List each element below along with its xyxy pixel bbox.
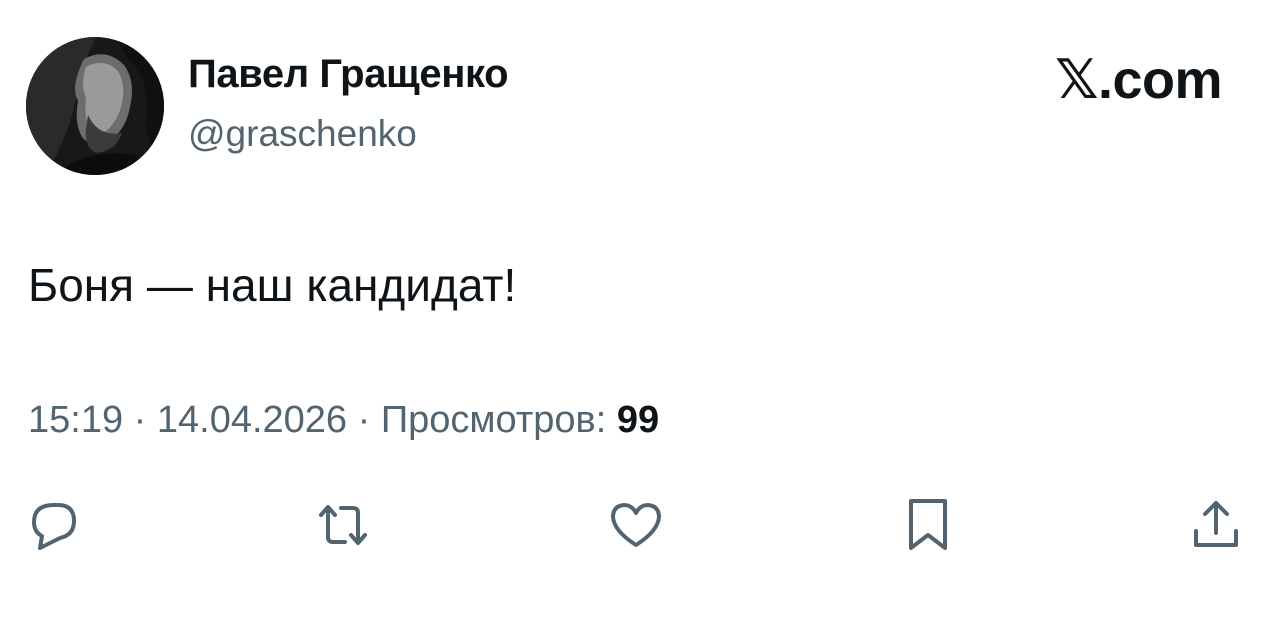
meta-separator: ·: [123, 399, 157, 441]
retweet-icon: [319, 505, 367, 545]
avatar[interactable]: [26, 37, 164, 175]
bookmark-icon: [909, 499, 947, 550]
author-display-name[interactable]: Павел Гращенко: [188, 52, 509, 97]
share-button[interactable]: [1186, 495, 1246, 555]
author-handle[interactable]: @graschenko: [188, 113, 417, 155]
views-label: Просмотров:: [380, 399, 617, 441]
meta-separator: ·: [347, 399, 381, 441]
tweet-actions: [0, 495, 1280, 555]
tweet-meta: 15:19 · 14.04.2026 · Просмотров: 99: [28, 399, 659, 442]
reply-icon: [32, 503, 76, 550]
like-button[interactable]: [606, 495, 666, 555]
tweet-text: Боня — наш кандидат!: [28, 259, 517, 311]
tweet-date[interactable]: 14.04.2026: [157, 399, 347, 441]
retweet-button[interactable]: [313, 495, 373, 555]
reply-button[interactable]: [24, 495, 84, 555]
share-icon: [1194, 501, 1238, 547]
tweet-time[interactable]: 15:19: [28, 399, 123, 441]
like-icon: [611, 503, 661, 547]
avatar-photo: [26, 37, 164, 175]
x-com-logo: 𝕏.com: [1054, 50, 1223, 110]
bookmark-button[interactable]: [898, 495, 958, 555]
views-count: 99: [616, 399, 660, 441]
